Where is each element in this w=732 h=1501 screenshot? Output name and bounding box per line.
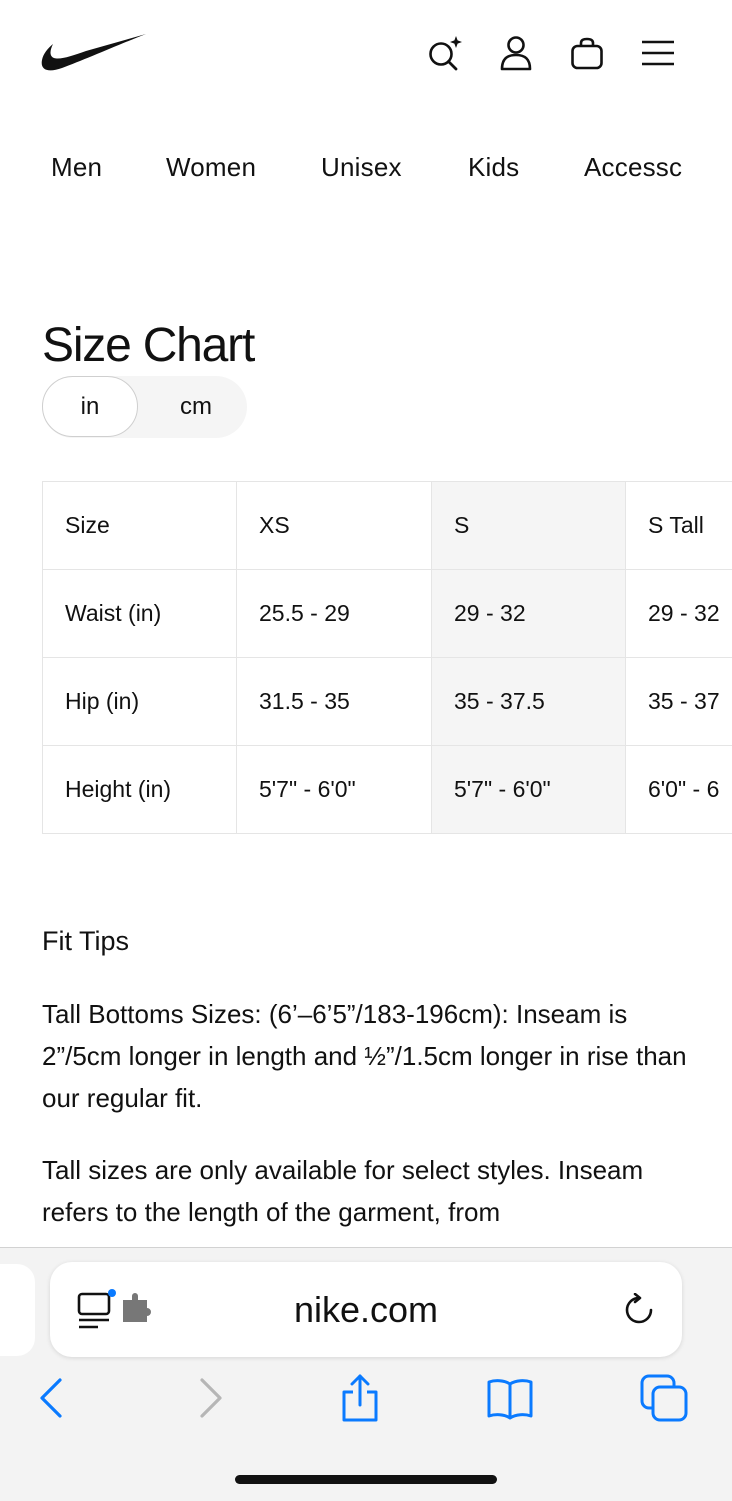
bookmarks-icon[interactable]	[486, 1374, 534, 1422]
table-row: Hip (in) 31.5 - 35 35 - 37.5 35 - 37	[43, 658, 732, 746]
unit-in-button[interactable]: in	[42, 376, 138, 437]
url-text: nike.com	[50, 1262, 682, 1357]
reload-icon[interactable]	[622, 1293, 656, 1327]
nav-item-kids[interactable]: Kids	[468, 152, 519, 183]
user-icon[interactable]	[497, 34, 535, 72]
table-cell: 25.5 - 29	[237, 570, 432, 658]
table-cell: 5'7" - 6'0"	[432, 746, 626, 834]
table-cell: 5'7" - 6'0"	[237, 746, 432, 834]
unit-cm-button[interactable]: cm	[158, 376, 234, 438]
size-table: Size XS S S Tall Waist (in) 25.5 - 29 29…	[42, 481, 732, 834]
forward-icon[interactable]	[186, 1374, 234, 1422]
table-header-cell: S Tall	[626, 482, 732, 570]
site-header	[0, 0, 732, 110]
nav-item-accessories[interactable]: Accessc	[584, 152, 682, 183]
table-header-cell: XS	[237, 482, 432, 570]
tabs-icon[interactable]	[640, 1374, 688, 1422]
table-header-cell: Size	[43, 482, 237, 570]
table-row: Height (in) 5'7" - 6'0" 5'7" - 6'0" 6'0"…	[43, 746, 732, 834]
home-indicator	[235, 1475, 497, 1484]
table-row: Waist (in) 25.5 - 29 29 - 32 29 - 32	[43, 570, 732, 658]
menu-icon[interactable]	[639, 34, 677, 72]
share-icon[interactable]	[336, 1374, 384, 1422]
nav-item-women[interactable]: Women	[166, 152, 256, 183]
table-row-label: Height (in)	[43, 746, 237, 834]
table-cell: 29 - 32	[432, 570, 626, 658]
address-bar[interactable]: nike.com	[50, 1262, 682, 1357]
unit-toggle: in cm	[42, 376, 247, 438]
back-icon[interactable]	[28, 1374, 76, 1422]
nav-item-men[interactable]: Men	[51, 152, 102, 183]
table-cell: 29 - 32	[626, 570, 732, 658]
table-header-cell: S	[432, 482, 626, 570]
nike-swoosh-logo[interactable]	[40, 30, 148, 74]
fit-tips-title: Fit Tips	[42, 926, 129, 957]
table-cell: 6'0" - 6	[626, 746, 732, 834]
table-row-label: Hip (in)	[43, 658, 237, 746]
browser-toolbar: nike.com	[0, 1247, 732, 1501]
table-cell: 35 - 37	[626, 658, 732, 746]
bag-icon[interactable]	[568, 34, 606, 72]
size-table-scroller[interactable]: Size XS S S Tall Waist (in) 25.5 - 29 29…	[42, 481, 732, 836]
table-row: Size XS S S Tall	[43, 482, 732, 570]
fit-tip-paragraph: Tall Bottoms Sizes: (6’–6’5”/183-196cm):…	[42, 993, 702, 1119]
page-title: Size Chart	[42, 318, 254, 373]
search-sparkle-icon[interactable]	[426, 34, 464, 72]
fit-tip-paragraph: Tall sizes are only available for select…	[42, 1149, 702, 1233]
table-cell: 31.5 - 35	[237, 658, 432, 746]
table-row-label: Waist (in)	[43, 570, 237, 658]
category-nav: Men Women Unisex Kids Accessc	[0, 146, 732, 196]
table-cell: 35 - 37.5	[432, 658, 626, 746]
nav-item-unisex[interactable]: Unisex	[321, 152, 402, 183]
previous-tab-preview[interactable]	[0, 1264, 35, 1356]
